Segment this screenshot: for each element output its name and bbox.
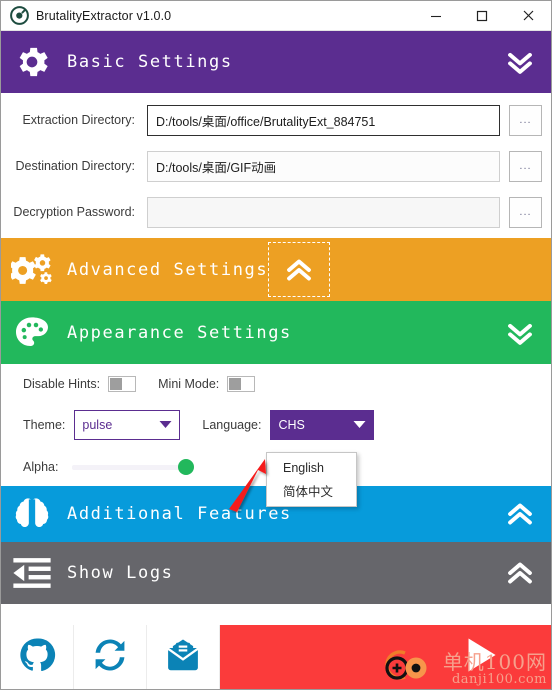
theme-language-row: Theme: pulse Language: CHS: [23, 410, 551, 440]
indent-list-icon: [1, 551, 63, 595]
chevron-down-icon: [159, 418, 172, 432]
sync-refresh-icon: [91, 636, 129, 679]
application-window: BrutalityExtractor v1.0.0 Basic Settings: [0, 0, 552, 690]
extraction-directory-label: Extraction Directory:: [22, 113, 135, 127]
disable-hints-toggle[interactable]: [108, 376, 137, 392]
destination-directory-label: Destination Directory:: [15, 159, 136, 173]
language-label: Language:: [202, 418, 262, 432]
language-combobox[interactable]: CHS: [270, 410, 375, 440]
decryption-password-label: Decryption Password:: [13, 205, 135, 219]
mini-mode-toggle[interactable]: [227, 376, 256, 392]
mail-button[interactable]: [147, 625, 220, 689]
run-button[interactable]: [411, 625, 551, 689]
maximize-button[interactable]: [459, 1, 505, 30]
section-header-basic-settings[interactable]: Basic Settings: [1, 31, 551, 93]
language-option-english[interactable]: English: [267, 457, 356, 479]
destination-directory-row: Destination Directory: D:/tools/桌面/GIF动画…: [1, 150, 551, 182]
theme-combobox-value: pulse: [82, 418, 113, 432]
section-title-appearance-settings: Appearance Settings: [67, 322, 292, 343]
window-controls: [413, 1, 551, 30]
disable-hints-label: Disable Hints:: [23, 377, 101, 391]
section-title-advanced-settings: Advanced Settings: [67, 259, 269, 280]
destination-directory-browse-button[interactable]: ...: [509, 150, 542, 182]
toggle-knob: [229, 378, 242, 390]
language-combobox-value: CHS: [278, 418, 305, 432]
chevron-double-down-icon[interactable]: [489, 31, 551, 93]
chevron-double-up-icon[interactable]: [489, 486, 551, 542]
bottom-toolbar: 单机100网 danji100.com: [1, 625, 551, 689]
mini-mode-label: Mini Mode:: [158, 377, 220, 391]
toggle-knob: [110, 378, 123, 390]
toggles-row: Disable Hints: Mini Mode:: [23, 376, 551, 392]
chevron-down-icon: [353, 418, 366, 432]
at-circle-icon: [10, 6, 29, 25]
gear-icon: [1, 42, 63, 82]
section-header-show-logs[interactable]: Show Logs: [1, 542, 551, 604]
section-title-basic-settings: Basic Settings: [67, 52, 233, 72]
chevron-double-up-icon[interactable]: [268, 242, 331, 297]
github-icon: [18, 636, 56, 679]
language-dropdown-menu[interactable]: English 简体中文: [266, 452, 357, 507]
section-title-additional-features: Additional Features: [67, 504, 292, 524]
gears-icon: [1, 249, 63, 291]
basic-settings-panel: Extraction Directory: D:/tools/桌面/office…: [1, 93, 551, 238]
minimize-button[interactable]: [413, 1, 459, 30]
section-header-appearance-settings[interactable]: Appearance Settings: [1, 301, 551, 364]
palette-icon: [1, 313, 63, 353]
alpha-slider-handle[interactable]: [178, 459, 195, 475]
refresh-button[interactable]: [74, 625, 147, 689]
extraction-directory-input[interactable]: D:/tools/桌面/office/BrutalityExt_884751: [147, 104, 500, 136]
alpha-slider-track: [72, 465, 195, 470]
extraction-directory-browse-button[interactable]: ...: [509, 104, 542, 136]
decryption-password-input[interactable]: [147, 196, 500, 228]
section-header-advanced-settings[interactable]: Advanced Settings: [1, 238, 551, 301]
chevron-double-up-icon[interactable]: [489, 542, 551, 604]
language-option-chinese[interactable]: 简体中文: [267, 479, 356, 501]
decryption-password-browse-button[interactable]: ...: [509, 196, 542, 228]
theme-combobox[interactable]: pulse: [74, 410, 181, 440]
section-title-show-logs: Show Logs: [67, 563, 174, 583]
alpha-label: Alpha:: [23, 460, 59, 474]
alpha-slider[interactable]: [72, 458, 195, 476]
close-button[interactable]: [505, 1, 551, 30]
theme-label: Theme:: [23, 418, 66, 432]
chevron-double-down-icon[interactable]: [489, 301, 551, 364]
play-icon: [458, 632, 504, 683]
github-button[interactable]: [1, 625, 74, 689]
destination-directory-input[interactable]: D:/tools/桌面/GIF动画: [147, 150, 500, 182]
brain-icon: [1, 494, 63, 534]
envelope-open-text-icon: [164, 636, 202, 679]
decryption-password-row: Decryption Password: ...: [1, 196, 551, 228]
window-title: BrutalityExtractor v1.0.0: [36, 8, 172, 23]
title-bar: BrutalityExtractor v1.0.0: [1, 1, 551, 31]
extraction-directory-row: Extraction Directory: D:/tools/桌面/office…: [1, 104, 551, 136]
